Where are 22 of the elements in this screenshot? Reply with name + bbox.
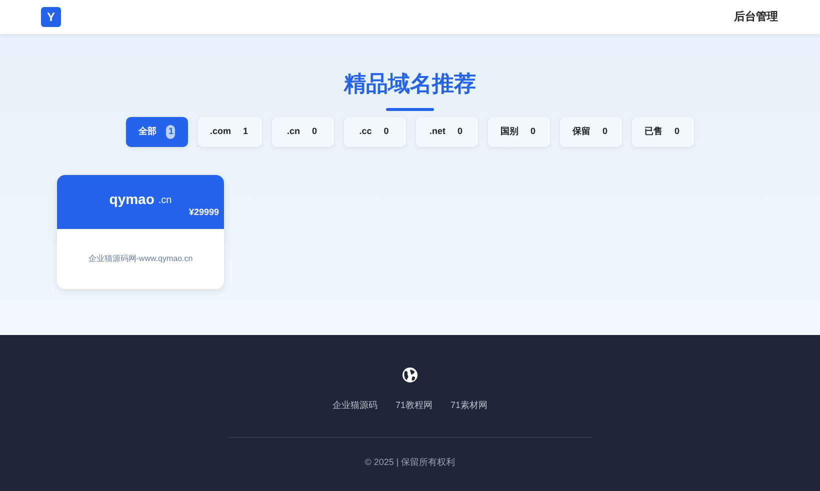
filter-tab[interactable]: 保留 0 bbox=[560, 117, 622, 147]
admin-link[interactable]: 后台管理 bbox=[734, 8, 778, 26]
domain-name: qymao bbox=[109, 190, 154, 209]
copyright-text: © 2025 | 保留所有权利 bbox=[364, 456, 456, 466]
domain-suffix: .cn bbox=[158, 194, 172, 208]
domain-price: ¥29999 bbox=[188, 206, 219, 218]
logo[interactable]: Y bbox=[41, 7, 61, 27]
filter-tab[interactable]: .cc 0 bbox=[344, 117, 406, 147]
filter-tab[interactable]: 国别 0 bbox=[488, 117, 550, 147]
filter-tab[interactable]: .net 0 bbox=[416, 117, 478, 147]
page-title: 精品域名推荐 bbox=[344, 71, 476, 96]
domain-card[interactable]: qymao .cn ¥29999 企业猫源码网-www.qymao.cn bbox=[57, 175, 224, 289]
title-underline bbox=[386, 108, 434, 111]
filter-tab[interactable]: .com 1 bbox=[198, 117, 262, 147]
filter-tab[interactable]: .cn 0 bbox=[272, 117, 334, 147]
domain-description: 企业猫源码网-www.qymao.cn bbox=[88, 253, 193, 265]
footer-link[interactable]: 71教程网 bbox=[395, 399, 432, 412]
filter-tab[interactable]: 已售 0 bbox=[632, 117, 694, 147]
footer-link[interactable]: 企业猫源码 bbox=[332, 399, 378, 412]
footer-link[interactable]: 71素材网 bbox=[450, 399, 488, 412]
globe-icon bbox=[402, 367, 418, 383]
filter-tab[interactable]: 全部 1 bbox=[126, 117, 188, 147]
